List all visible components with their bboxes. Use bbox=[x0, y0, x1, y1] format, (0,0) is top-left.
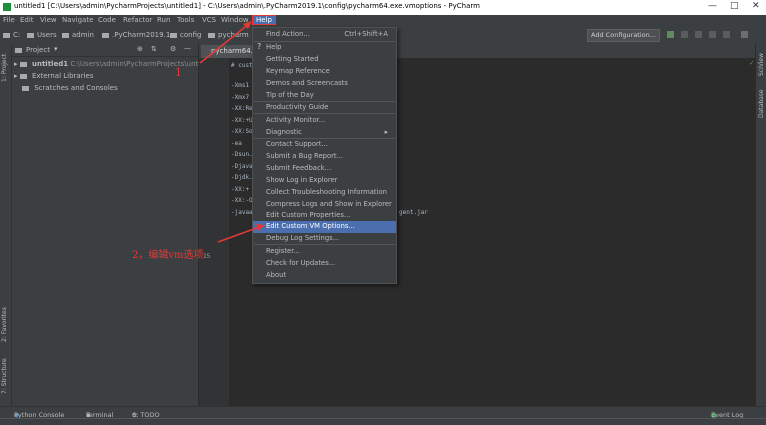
annotation-overlay bbox=[199, 21, 265, 243]
annotation-arrowhead-2 bbox=[256, 224, 265, 231]
annotation-step-1: 1 bbox=[175, 66, 182, 79]
annotation-arrow-2 bbox=[217, 225, 263, 243]
annotation-arrow-1 bbox=[199, 22, 251, 64]
annotation-step-2: 2，编辑vm选项 bbox=[132, 250, 204, 261]
